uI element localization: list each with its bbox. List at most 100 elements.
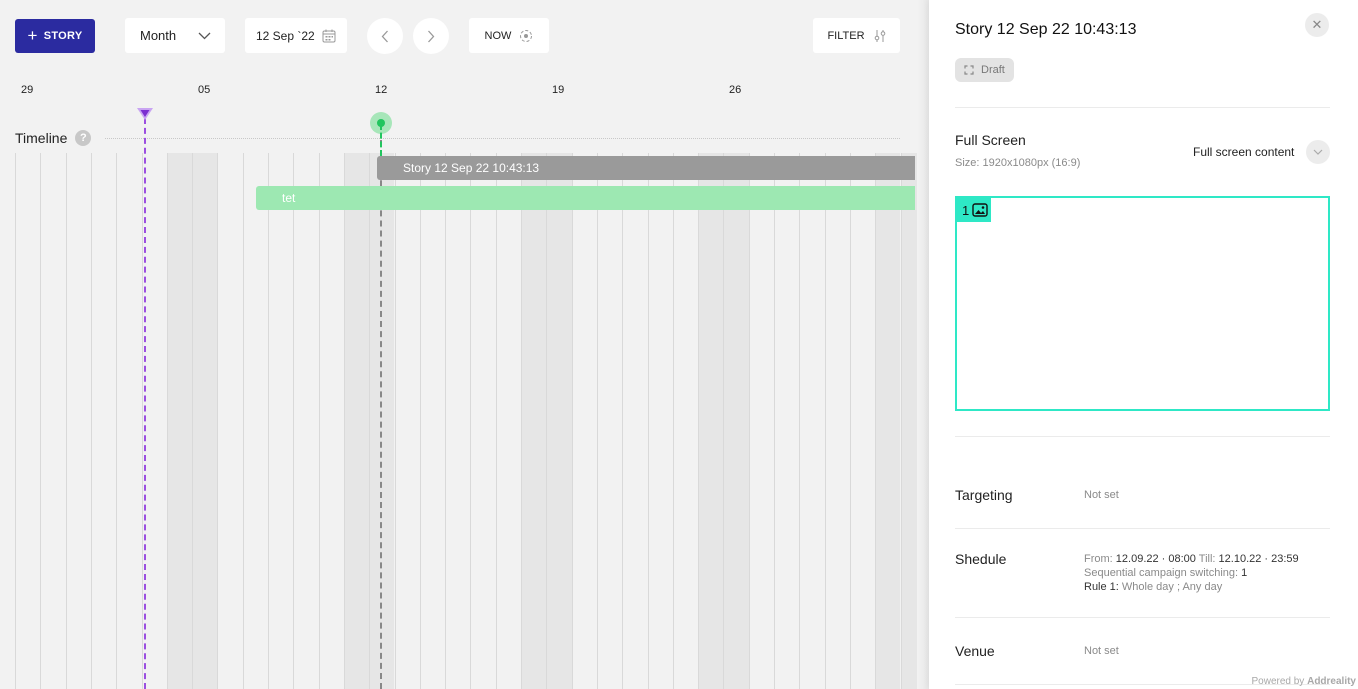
day-column bbox=[445, 153, 470, 689]
filter-label: FILTER bbox=[827, 29, 865, 42]
zone-number: 1 bbox=[962, 202, 970, 218]
content-select-value: Full screen content bbox=[1193, 145, 1295, 159]
day-column bbox=[470, 153, 495, 689]
day-column bbox=[116, 153, 141, 689]
day-column bbox=[90, 153, 116, 689]
chevron-down-icon bbox=[198, 32, 211, 39]
day-column bbox=[293, 153, 318, 689]
day-column bbox=[242, 153, 268, 689]
schedule-range: From: 12.09.22 · 08:00 Till: 12.10.22 · … bbox=[1084, 552, 1299, 566]
sliders-icon bbox=[874, 29, 885, 42]
screen-size: Size: 1920x1080px (16:9) bbox=[955, 157, 1081, 169]
targeting-label: Targeting bbox=[955, 487, 1013, 503]
schedule-details: From: 12.09.22 · 08:00 Till: 12.10.22 · … bbox=[1084, 552, 1299, 594]
panel-edge bbox=[917, 0, 929, 689]
from-label: From: bbox=[1084, 553, 1113, 565]
date-picker[interactable]: 12 Sep `22 bbox=[245, 18, 347, 53]
day-column bbox=[65, 153, 91, 689]
day-column bbox=[419, 153, 445, 689]
now-button[interactable]: NOW bbox=[469, 18, 549, 53]
status-badge: Draft bbox=[955, 58, 1014, 82]
day-column bbox=[495, 153, 521, 689]
day-column bbox=[217, 153, 242, 689]
week-label: 19 bbox=[552, 84, 565, 96]
timeline-divider bbox=[105, 138, 900, 139]
day-column bbox=[166, 153, 193, 689]
day-column bbox=[698, 153, 724, 689]
view-mode-select[interactable]: Month bbox=[125, 18, 225, 53]
campaign-bar-label: Story 12 Sep 22 10:43:13 bbox=[403, 161, 540, 175]
calendar-icon bbox=[322, 29, 336, 42]
target-icon bbox=[520, 29, 533, 42]
close-button[interactable]: ✕ bbox=[1305, 13, 1329, 37]
add-story-button[interactable]: + STORY bbox=[15, 19, 95, 53]
day-column bbox=[343, 153, 370, 689]
day-column bbox=[622, 153, 647, 689]
campaign-bar-story[interactable]: Story 12 Sep 22 10:43:13 bbox=[377, 156, 915, 180]
timeline-title: Timeline ? bbox=[15, 130, 92, 146]
campaign-bar-label: tet bbox=[282, 191, 296, 205]
now-marker-icon[interactable] bbox=[377, 119, 385, 127]
content-select[interactable]: Full screen content bbox=[1193, 140, 1331, 164]
day-column bbox=[774, 153, 799, 689]
week-label: 29 bbox=[21, 84, 34, 96]
day-column bbox=[546, 153, 572, 689]
powered-label: Powered by bbox=[1251, 676, 1305, 687]
filter-button[interactable]: FILTER bbox=[813, 18, 900, 53]
panel-title: Story 12 Sep 22 10:43:13 bbox=[955, 21, 1137, 38]
week-label: 05 bbox=[198, 84, 211, 96]
chevron-right-icon bbox=[428, 30, 435, 42]
prev-period-button[interactable] bbox=[367, 18, 403, 54]
rule-label: Rule 1: bbox=[1084, 581, 1119, 593]
divider bbox=[955, 617, 1330, 618]
plus-icon: + bbox=[27, 25, 38, 45]
schedule-label: Shedule bbox=[955, 551, 1007, 567]
day-column bbox=[40, 153, 65, 689]
view-mode-value: Month bbox=[140, 28, 177, 43]
day-column bbox=[394, 153, 420, 689]
day-column bbox=[596, 153, 622, 689]
week-label: 12 bbox=[375, 84, 388, 96]
full-screen-title: Full Screen bbox=[955, 132, 1026, 148]
help-icon[interactable]: ? bbox=[75, 130, 92, 146]
divider bbox=[955, 528, 1330, 529]
screen-preview[interactable]: 1 bbox=[955, 196, 1330, 411]
chevron-left-icon bbox=[381, 30, 388, 42]
day-grid bbox=[15, 153, 926, 689]
add-story-label: STORY bbox=[43, 30, 83, 42]
start-marker-icon[interactable] bbox=[136, 107, 154, 121]
till-label: Till: bbox=[1198, 553, 1216, 565]
switching-label: Sequential campaign switching: bbox=[1084, 567, 1239, 579]
day-column bbox=[672, 153, 698, 689]
rule-value: Whole day ; Any day bbox=[1121, 581, 1223, 593]
divider bbox=[955, 107, 1330, 108]
now-marker-line bbox=[380, 124, 382, 156]
next-period-button[interactable] bbox=[413, 18, 449, 54]
venue-value: Not set bbox=[1084, 645, 1119, 657]
day-column bbox=[799, 153, 824, 689]
day-column bbox=[521, 153, 547, 689]
day-column bbox=[192, 153, 218, 689]
week-label: 26 bbox=[729, 84, 742, 96]
status-label: Draft bbox=[981, 64, 1005, 76]
day-column bbox=[268, 153, 293, 689]
till-value: 12.10.22 · 23:59 bbox=[1218, 553, 1299, 565]
day-column bbox=[875, 153, 901, 689]
schedule-switching: Sequential campaign switching: 1 bbox=[1084, 566, 1299, 580]
campaign-bar-tet[interactable]: tet bbox=[256, 186, 915, 210]
switching-value: 1 bbox=[1241, 567, 1248, 579]
divider bbox=[955, 436, 1330, 437]
close-icon: ✕ bbox=[1311, 17, 1323, 32]
day-column bbox=[849, 153, 875, 689]
timeline-area: + STORY Month 12 Sep `22 NOW FILTER 29 0… bbox=[0, 0, 929, 689]
start-marker-line bbox=[144, 118, 146, 689]
zone-tag[interactable]: 1 bbox=[957, 198, 992, 222]
timeline-label: Timeline bbox=[15, 130, 68, 146]
chevron-down-icon bbox=[1306, 140, 1331, 164]
expand-icon bbox=[964, 65, 974, 75]
targeting-value: Not set bbox=[1084, 489, 1119, 501]
now-line bbox=[380, 130, 382, 689]
powered-by: Powered by Addreality bbox=[1252, 676, 1357, 687]
day-column bbox=[824, 153, 850, 689]
day-column bbox=[571, 153, 597, 689]
